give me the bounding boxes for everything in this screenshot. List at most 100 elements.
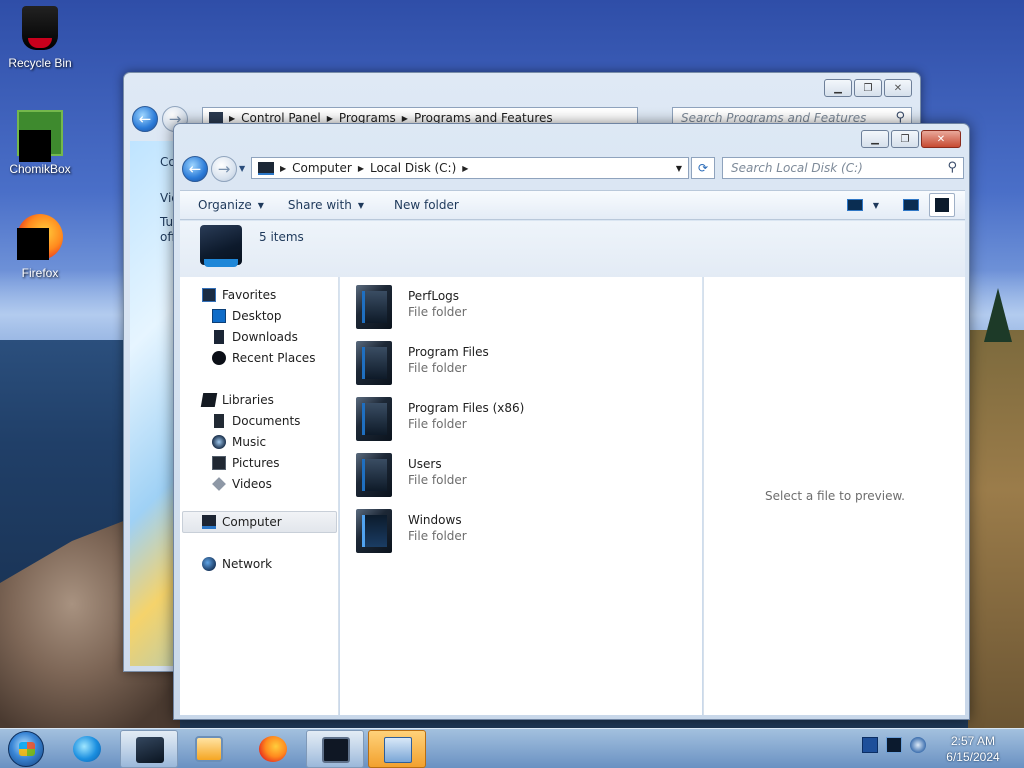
nav-item-computer[interactable]: Computer (202, 512, 282, 532)
address-dropdown-chevron-down-icon[interactable]: ▼ (676, 164, 682, 173)
share-with-button[interactable]: Share with ▼ (276, 191, 376, 219)
recycle-bin-icon (22, 6, 58, 50)
nav-item-videos[interactable]: Videos (212, 474, 272, 494)
network-status-icon[interactable] (886, 737, 902, 753)
minimize-button[interactable]: ▁ (824, 79, 852, 97)
recent-pages-chevron-down-icon[interactable]: ▼ (239, 164, 245, 173)
nav-item-libraries[interactable]: Libraries (200, 390, 274, 410)
computer-icon (202, 515, 216, 529)
volume-icon[interactable] (910, 737, 926, 753)
desktop-icon-firefox[interactable]: Firefox (0, 214, 80, 280)
maximize-button[interactable]: ❐ (854, 79, 882, 97)
control-panel-icon (384, 737, 412, 763)
desktop-icon-chomikbox[interactable]: ChomikBox (0, 110, 80, 176)
share-with-label: Share with (287, 198, 352, 212)
back-button[interactable]: ← (182, 156, 208, 182)
system-clock[interactable]: 2:57 AM 6/15/2024 (940, 733, 1006, 765)
nav-item-downloads[interactable]: Downloads (212, 327, 298, 347)
nav-item-desktop[interactable]: Desktop (212, 306, 282, 326)
file-name: PerfLogs (408, 289, 460, 303)
forward-button[interactable]: → (211, 156, 237, 182)
change-view-icon[interactable] (846, 199, 863, 211)
view-controls: ▼ (846, 193, 965, 217)
chevron-down-icon: ▼ (357, 200, 364, 210)
taskbar-internet-explorer[interactable] (58, 730, 116, 768)
nav-label: Network (222, 557, 273, 571)
monitor-icon (322, 737, 350, 763)
file-type: File folder (408, 417, 467, 431)
back-button[interactable]: ← (132, 106, 158, 132)
firefox-icon (17, 214, 63, 260)
breadcrumb-computer[interactable]: Computer (292, 161, 352, 175)
search-input[interactable]: Search Local Disk (C:) ⚲ (722, 157, 964, 179)
list-item-windows[interactable]: Windows File folder (356, 509, 686, 557)
search-placeholder: Search Local Disk (C:) (731, 161, 863, 175)
taskbar-windows-explorer[interactable] (120, 730, 178, 768)
taskbar-control-panel[interactable] (368, 730, 426, 768)
nav-label: Desktop (232, 309, 282, 323)
folder-icon (356, 397, 392, 441)
file-type: File folder (408, 473, 467, 487)
maximize-button[interactable]: ❐ (891, 130, 919, 148)
documents-icon (214, 414, 224, 428)
organize-button[interactable]: Organize ▼ (180, 191, 276, 219)
close-button[interactable]: ✕ (921, 130, 961, 148)
file-name: Program Files (408, 345, 489, 359)
clock-time: 2:57 AM (950, 734, 996, 748)
network-icon (202, 557, 216, 571)
list-item-program-files[interactable]: Program Files File folder (356, 341, 686, 389)
sidebar-link[interactable]: Tu (160, 215, 173, 229)
recent-places-icon (212, 351, 226, 365)
breadcrumb-local-disk[interactable]: Local Disk (C:) (370, 161, 456, 175)
desktop-icon-label: ChomikBox (9, 162, 71, 176)
firefox-icon (259, 736, 287, 762)
nav-item-music[interactable]: Music (212, 432, 266, 452)
nav-item-favorites[interactable]: Favorites (202, 285, 276, 305)
navigation-pane: Favorites Desktop Downloads Recent Place… (180, 277, 339, 715)
nav-item-recent-places[interactable]: Recent Places (212, 348, 315, 368)
view-options-chevron-down-icon[interactable]: ▼ (873, 201, 879, 210)
address-bar[interactable]: ▶ Computer ▶ Local Disk (C:) ▶ ▼ (251, 157, 689, 179)
file-name: Windows (408, 513, 462, 527)
explorer-window[interactable]: ▁ ❐ ✕ ← → ▼ ▶ Computer ▶ Local Disk (C:)… (173, 123, 970, 720)
nav-label: Pictures (232, 456, 280, 470)
refresh-button[interactable]: ⟳ (691, 157, 715, 179)
help-button[interactable] (929, 193, 955, 217)
list-item-perflogs[interactable]: PerfLogs File folder (356, 285, 686, 333)
list-item-program-files-x86[interactable]: Program Files (x86) File folder (356, 397, 686, 445)
desktop-icon-recycle-bin[interactable]: Recycle Bin (0, 6, 80, 70)
downloads-icon (214, 330, 224, 344)
list-item-users[interactable]: Users File folder (356, 453, 686, 501)
videos-icon (212, 477, 226, 491)
help-icon (935, 198, 949, 212)
new-folder-button[interactable]: New folder (376, 191, 471, 219)
command-bar: Organize ▼ Share with ▼ New folder ▼ (180, 190, 965, 220)
nav-label: Recent Places (232, 351, 316, 365)
file-name: Program Files (x86) (408, 401, 525, 415)
file-type: File folder (408, 305, 467, 319)
nav-item-pictures[interactable]: Pictures (212, 453, 280, 473)
file-name: Users (408, 457, 442, 471)
taskbar-explorer-window[interactable] (306, 730, 364, 768)
media-player-icon (195, 736, 223, 762)
nav-label: Libraries (222, 393, 274, 407)
pictures-icon (212, 456, 226, 470)
nav-label: Computer (222, 515, 282, 529)
libraries-icon (200, 393, 218, 407)
nav-item-documents[interactable]: Documents (212, 411, 300, 431)
nav-item-network[interactable]: Network (202, 554, 272, 574)
organize-label: Organize (198, 198, 252, 212)
start-button[interactable] (8, 731, 44, 767)
taskbar-media-player[interactable] (180, 730, 238, 768)
breadcrumb-separator-icon: ▶ (280, 163, 287, 173)
preview-pane-toggle-icon[interactable] (903, 199, 919, 211)
items-count: 5 items (259, 230, 304, 244)
taskbar-firefox[interactable] (244, 730, 302, 768)
action-center-icon[interactable] (862, 737, 878, 753)
folder-icon (356, 285, 392, 329)
file-list: PerfLogs File folder Program Files File … (340, 277, 702, 715)
nav-label: Videos (232, 477, 272, 491)
breadcrumb-separator-icon: ▶ (229, 113, 236, 123)
close-button[interactable]: ✕ (884, 79, 912, 97)
minimize-button[interactable]: ▁ (861, 130, 889, 148)
